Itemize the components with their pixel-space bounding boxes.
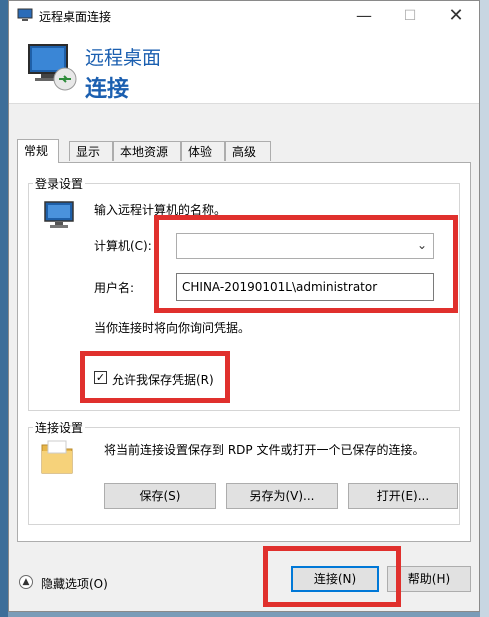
- header-title-line2: 连接: [85, 77, 130, 102]
- title-bar[interactable]: 远程桌面连接 — ☐ ✕: [9, 1, 479, 31]
- save-credentials-label[interactable]: 允许我保存凭据(R): [112, 371, 214, 388]
- tab-display[interactable]: 显示: [69, 141, 113, 161]
- rdp-window: 远程桌面连接 — ☐ ✕ 远程桌面 连接 常规 显示 本地资源 体验 高级 登录…: [8, 0, 480, 612]
- open-button[interactable]: 打开(E)...: [348, 483, 458, 509]
- chevron-down-icon[interactable]: ⌄: [417, 238, 427, 252]
- connection-settings-group: 连接设置: [28, 419, 460, 525]
- tab-local-resources[interactable]: 本地资源: [113, 141, 181, 161]
- connection-description: 将当前连接设置保存到 RDP 文件或打开一个已保存的连接。: [104, 443, 425, 457]
- tab-advanced[interactable]: 高级: [225, 141, 271, 161]
- background-right-edge: [480, 0, 489, 617]
- connect-button[interactable]: 连接(N): [291, 566, 379, 592]
- login-settings-label: 登录设置: [35, 177, 84, 191]
- computer-combobox[interactable]: ⌄: [176, 233, 434, 259]
- username-input[interactable]: [176, 273, 434, 301]
- computer-icon: [44, 201, 74, 228]
- credential-note: 当你连接时将向你询问凭据。: [94, 321, 251, 335]
- computer-instruction: 输入远程计算机的名称。: [94, 203, 227, 217]
- close-button[interactable]: ✕: [433, 1, 479, 31]
- background-left-edge: [0, 0, 8, 617]
- computer-label: 计算机(C):: [94, 239, 152, 253]
- minimize-button[interactable]: —: [341, 1, 387, 31]
- tab-general[interactable]: 常规: [17, 139, 59, 163]
- username-label: 用户名:: [94, 281, 135, 295]
- maximize-button[interactable]: ☐: [387, 1, 433, 31]
- general-tab-panel: 登录设置 输入远程计算机的名称。 计算机(C): ⌄ 用户名: 当你连接时将向你…: [17, 162, 471, 542]
- remote-desktop-monitor-icon: [28, 44, 77, 91]
- folder-icon: [41, 440, 73, 474]
- tab-experience[interactable]: 体验: [181, 141, 225, 161]
- save-button[interactable]: 保存(S): [104, 483, 216, 509]
- window-title: 远程桌面连接: [39, 10, 112, 24]
- chevron-up-icon[interactable]: ▲: [19, 575, 33, 589]
- header-banner: 远程桌面 连接: [9, 31, 479, 104]
- save-as-button[interactable]: 另存为(V)...: [226, 483, 338, 509]
- connection-settings-label: 连接设置: [35, 421, 84, 435]
- remote-desktop-icon: [17, 8, 33, 21]
- help-button[interactable]: 帮助(H): [387, 566, 471, 592]
- header-title-line1: 远程桌面: [85, 47, 162, 69]
- hide-options-label[interactable]: 隐藏选项(O): [41, 575, 108, 592]
- save-credentials-checkbox[interactable]: ✓: [94, 371, 107, 384]
